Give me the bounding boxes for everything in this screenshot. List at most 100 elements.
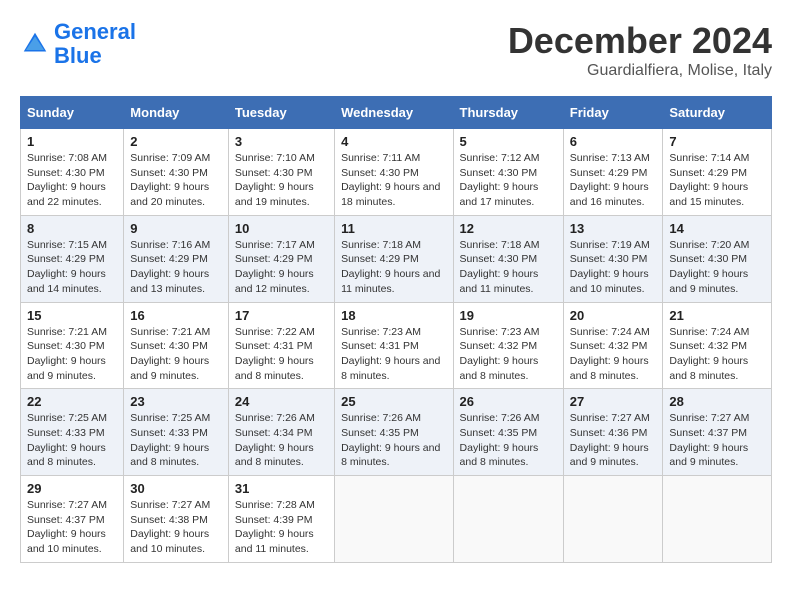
day-number: 19 [460, 308, 557, 323]
day-info: Sunrise: 7:26 AM Sunset: 4:35 PM Dayligh… [460, 411, 557, 470]
day-info: Sunrise: 7:14 AM Sunset: 4:29 PM Dayligh… [669, 151, 765, 210]
calendar-cell: 3 Sunrise: 7:10 AM Sunset: 4:30 PM Dayli… [228, 129, 334, 216]
calendar-cell: 25 Sunrise: 7:26 AM Sunset: 4:35 PM Dayl… [335, 389, 453, 476]
calendar-cell [453, 476, 563, 563]
day-number: 29 [27, 481, 117, 496]
day-number: 22 [27, 394, 117, 409]
day-info: Sunrise: 7:18 AM Sunset: 4:29 PM Dayligh… [341, 238, 446, 297]
calendar-cell [335, 476, 453, 563]
day-number: 20 [570, 308, 657, 323]
calendar-table: Sunday Monday Tuesday Wednesday Thursday… [20, 96, 772, 563]
day-info: Sunrise: 7:15 AM Sunset: 4:29 PM Dayligh… [27, 238, 117, 297]
day-info: Sunrise: 7:19 AM Sunset: 4:30 PM Dayligh… [570, 238, 657, 297]
day-info: Sunrise: 7:08 AM Sunset: 4:30 PM Dayligh… [27, 151, 117, 210]
day-number: 28 [669, 394, 765, 409]
day-number: 14 [669, 221, 765, 236]
calendar-cell: 2 Sunrise: 7:09 AM Sunset: 4:30 PM Dayli… [124, 129, 229, 216]
day-info: Sunrise: 7:27 AM Sunset: 4:38 PM Dayligh… [130, 498, 222, 557]
day-number: 6 [570, 134, 657, 149]
calendar-cell: 27 Sunrise: 7:27 AM Sunset: 4:36 PM Dayl… [563, 389, 663, 476]
day-info: Sunrise: 7:25 AM Sunset: 4:33 PM Dayligh… [130, 411, 222, 470]
calendar-cell: 12 Sunrise: 7:18 AM Sunset: 4:30 PM Dayl… [453, 215, 563, 302]
calendar-cell: 31 Sunrise: 7:28 AM Sunset: 4:39 PM Dayl… [228, 476, 334, 563]
day-number: 21 [669, 308, 765, 323]
day-number: 3 [235, 134, 328, 149]
calendar-cell: 17 Sunrise: 7:22 AM Sunset: 4:31 PM Dayl… [228, 302, 334, 389]
day-info: Sunrise: 7:25 AM Sunset: 4:33 PM Dayligh… [27, 411, 117, 470]
day-number: 26 [460, 394, 557, 409]
day-info: Sunrise: 7:24 AM Sunset: 4:32 PM Dayligh… [669, 325, 765, 384]
day-number: 8 [27, 221, 117, 236]
page-header: General Blue December 2024 Guardialfiera… [20, 20, 772, 80]
calendar-cell: 7 Sunrise: 7:14 AM Sunset: 4:29 PM Dayli… [663, 129, 772, 216]
logo-general: General [54, 19, 136, 44]
day-number: 23 [130, 394, 222, 409]
logo: General Blue [20, 20, 136, 68]
day-number: 15 [27, 308, 117, 323]
calendar-cell: 6 Sunrise: 7:13 AM Sunset: 4:29 PM Dayli… [563, 129, 663, 216]
title-block: December 2024 Guardialfiera, Molise, Ita… [508, 20, 772, 80]
day-info: Sunrise: 7:28 AM Sunset: 4:39 PM Dayligh… [235, 498, 328, 557]
day-info: Sunrise: 7:26 AM Sunset: 4:35 PM Dayligh… [341, 411, 446, 470]
day-number: 11 [341, 221, 446, 236]
calendar-cell: 22 Sunrise: 7:25 AM Sunset: 4:33 PM Dayl… [21, 389, 124, 476]
day-number: 30 [130, 481, 222, 496]
calendar-cell: 16 Sunrise: 7:21 AM Sunset: 4:30 PM Dayl… [124, 302, 229, 389]
calendar-cell: 29 Sunrise: 7:27 AM Sunset: 4:37 PM Dayl… [21, 476, 124, 563]
day-info: Sunrise: 7:21 AM Sunset: 4:30 PM Dayligh… [27, 325, 117, 384]
month-title: December 2024 [508, 20, 772, 62]
day-number: 18 [341, 308, 446, 323]
day-number: 4 [341, 134, 446, 149]
day-info: Sunrise: 7:17 AM Sunset: 4:29 PM Dayligh… [235, 238, 328, 297]
logo-icon [20, 29, 50, 59]
calendar-cell: 15 Sunrise: 7:21 AM Sunset: 4:30 PM Dayl… [21, 302, 124, 389]
calendar-cell: 14 Sunrise: 7:20 AM Sunset: 4:30 PM Dayl… [663, 215, 772, 302]
location-subtitle: Guardialfiera, Molise, Italy [508, 62, 772, 80]
calendar-cell: 9 Sunrise: 7:16 AM Sunset: 4:29 PM Dayli… [124, 215, 229, 302]
calendar-week-row: 29 Sunrise: 7:27 AM Sunset: 4:37 PM Dayl… [21, 476, 772, 563]
day-number: 25 [341, 394, 446, 409]
calendar-week-row: 15 Sunrise: 7:21 AM Sunset: 4:30 PM Dayl… [21, 302, 772, 389]
day-number: 24 [235, 394, 328, 409]
calendar-week-row: 1 Sunrise: 7:08 AM Sunset: 4:30 PM Dayli… [21, 129, 772, 216]
day-info: Sunrise: 7:24 AM Sunset: 4:32 PM Dayligh… [570, 325, 657, 384]
day-number: 31 [235, 481, 328, 496]
day-info: Sunrise: 7:09 AM Sunset: 4:30 PM Dayligh… [130, 151, 222, 210]
day-number: 2 [130, 134, 222, 149]
calendar-week-row: 8 Sunrise: 7:15 AM Sunset: 4:29 PM Dayli… [21, 215, 772, 302]
day-info: Sunrise: 7:18 AM Sunset: 4:30 PM Dayligh… [460, 238, 557, 297]
day-info: Sunrise: 7:20 AM Sunset: 4:30 PM Dayligh… [669, 238, 765, 297]
calendar-cell: 28 Sunrise: 7:27 AM Sunset: 4:37 PM Dayl… [663, 389, 772, 476]
calendar-cell: 26 Sunrise: 7:26 AM Sunset: 4:35 PM Dayl… [453, 389, 563, 476]
day-number: 7 [669, 134, 765, 149]
logo-blue: Blue [54, 43, 102, 68]
col-monday: Monday [124, 97, 229, 129]
day-info: Sunrise: 7:10 AM Sunset: 4:30 PM Dayligh… [235, 151, 328, 210]
day-info: Sunrise: 7:27 AM Sunset: 4:37 PM Dayligh… [669, 411, 765, 470]
day-info: Sunrise: 7:23 AM Sunset: 4:31 PM Dayligh… [341, 325, 446, 384]
day-info: Sunrise: 7:23 AM Sunset: 4:32 PM Dayligh… [460, 325, 557, 384]
col-tuesday: Tuesday [228, 97, 334, 129]
day-info: Sunrise: 7:21 AM Sunset: 4:30 PM Dayligh… [130, 325, 222, 384]
day-info: Sunrise: 7:13 AM Sunset: 4:29 PM Dayligh… [570, 151, 657, 210]
col-saturday: Saturday [663, 97, 772, 129]
calendar-cell: 23 Sunrise: 7:25 AM Sunset: 4:33 PM Dayl… [124, 389, 229, 476]
calendar-cell: 21 Sunrise: 7:24 AM Sunset: 4:32 PM Dayl… [663, 302, 772, 389]
day-info: Sunrise: 7:27 AM Sunset: 4:37 PM Dayligh… [27, 498, 117, 557]
calendar-header-row: Sunday Monday Tuesday Wednesday Thursday… [21, 97, 772, 129]
calendar-cell: 10 Sunrise: 7:17 AM Sunset: 4:29 PM Dayl… [228, 215, 334, 302]
day-number: 5 [460, 134, 557, 149]
calendar-cell: 18 Sunrise: 7:23 AM Sunset: 4:31 PM Dayl… [335, 302, 453, 389]
col-sunday: Sunday [21, 97, 124, 129]
calendar-cell: 24 Sunrise: 7:26 AM Sunset: 4:34 PM Dayl… [228, 389, 334, 476]
calendar-cell: 19 Sunrise: 7:23 AM Sunset: 4:32 PM Dayl… [453, 302, 563, 389]
day-info: Sunrise: 7:11 AM Sunset: 4:30 PM Dayligh… [341, 151, 446, 210]
calendar-cell [663, 476, 772, 563]
calendar-cell: 4 Sunrise: 7:11 AM Sunset: 4:30 PM Dayli… [335, 129, 453, 216]
calendar-cell: 5 Sunrise: 7:12 AM Sunset: 4:30 PM Dayli… [453, 129, 563, 216]
calendar-week-row: 22 Sunrise: 7:25 AM Sunset: 4:33 PM Dayl… [21, 389, 772, 476]
day-info: Sunrise: 7:22 AM Sunset: 4:31 PM Dayligh… [235, 325, 328, 384]
col-thursday: Thursday [453, 97, 563, 129]
day-number: 9 [130, 221, 222, 236]
calendar-cell: 20 Sunrise: 7:24 AM Sunset: 4:32 PM Dayl… [563, 302, 663, 389]
